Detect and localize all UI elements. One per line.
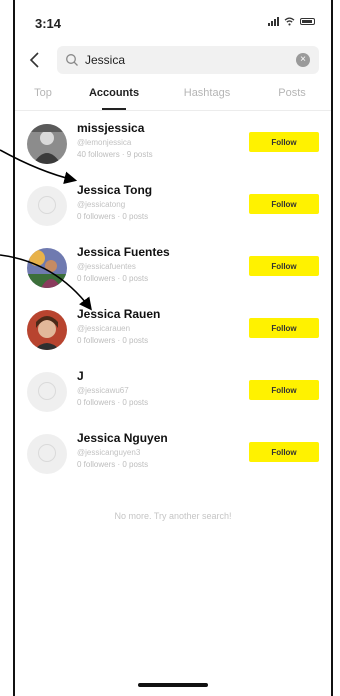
list-item[interactable]: J @jessicawu67 0 followers · 0 posts Fol… (15, 366, 331, 428)
tab-hashtags[interactable]: Hashtags (157, 82, 257, 110)
list-item[interactable]: Jessica Fuentes @jessicafuentes 0 follow… (15, 242, 331, 304)
account-name: J (77, 369, 84, 383)
list-item[interactable]: Jessica Tong @jessicatong 0 followers · … (15, 180, 331, 242)
phone-frame: 3:14 × Top (13, 0, 333, 696)
signal-icon (268, 17, 279, 26)
avatar[interactable] (27, 248, 67, 288)
account-name: Jessica Fuentes (77, 245, 170, 259)
tab-accounts[interactable]: Accounts (71, 82, 157, 110)
account-handle: @jessicatong (77, 200, 126, 209)
account-stats: 0 followers · 0 posts (77, 274, 149, 283)
end-of-results-message: No more. Try another search! (114, 511, 232, 521)
search-icon (66, 54, 78, 66)
account-stats: 0 followers · 0 posts (77, 336, 149, 345)
back-icon[interactable] (29, 48, 49, 72)
avatar[interactable] (27, 186, 67, 226)
ghost-icon (38, 196, 56, 214)
tab-top[interactable]: Top (15, 82, 71, 110)
tab-divider (15, 110, 331, 111)
account-name: Jessica Rauen (77, 307, 161, 321)
tab-bar: Top Accounts Hashtags Posts (15, 82, 331, 110)
follow-button[interactable]: Follow (249, 380, 319, 400)
account-stats: 40 followers · 9 posts (77, 150, 153, 159)
ghost-icon (38, 444, 56, 462)
account-handle: @jessicawu67 (77, 386, 129, 395)
wifi-icon (284, 17, 295, 26)
account-stats: 0 followers · 0 posts (77, 212, 149, 221)
search-input[interactable] (85, 46, 285, 74)
account-handle: @jessicanguyen3 (77, 448, 141, 457)
account-handle: @jessicarauen (77, 324, 131, 333)
avatar[interactable] (27, 310, 67, 350)
search-box[interactable]: × (57, 46, 319, 74)
account-handle: @lemonjessica (77, 138, 132, 147)
avatar[interactable] (27, 372, 67, 412)
follow-button[interactable]: Follow (249, 132, 319, 152)
ghost-icon (38, 382, 56, 400)
avatar[interactable] (27, 124, 67, 164)
list-item[interactable]: missjessica @lemonjessica 40 followers ·… (15, 118, 331, 180)
status-bar: 3:14 (15, 0, 331, 40)
home-indicator[interactable] (138, 683, 208, 687)
account-name: Jessica Nguyen (77, 431, 168, 445)
follow-button[interactable]: Follow (249, 194, 319, 214)
account-name: Jessica Tong (77, 183, 153, 197)
follow-button[interactable]: Follow (249, 256, 319, 276)
account-handle: @jessicafuentes (77, 262, 136, 271)
account-stats: 0 followers · 0 posts (77, 398, 149, 407)
list-item[interactable]: Jessica Rauen @jessicarauen 0 followers … (15, 304, 331, 366)
tab-posts[interactable]: Posts (257, 82, 327, 110)
avatar[interactable] (27, 434, 67, 474)
search-row: × (15, 44, 331, 76)
accounts-list: missjessica @lemonjessica 40 followers ·… (15, 118, 331, 490)
follow-button[interactable]: Follow (249, 318, 319, 338)
clear-search-icon[interactable]: × (296, 53, 310, 67)
account-name: missjessica (77, 121, 145, 135)
list-item[interactable]: Jessica Nguyen @jessicanguyen3 0 followe… (15, 428, 331, 490)
status-icons (268, 17, 315, 26)
battery-icon (300, 18, 315, 25)
account-stats: 0 followers · 0 posts (77, 460, 149, 469)
follow-button[interactable]: Follow (249, 442, 319, 462)
status-time: 3:14 (35, 16, 62, 31)
